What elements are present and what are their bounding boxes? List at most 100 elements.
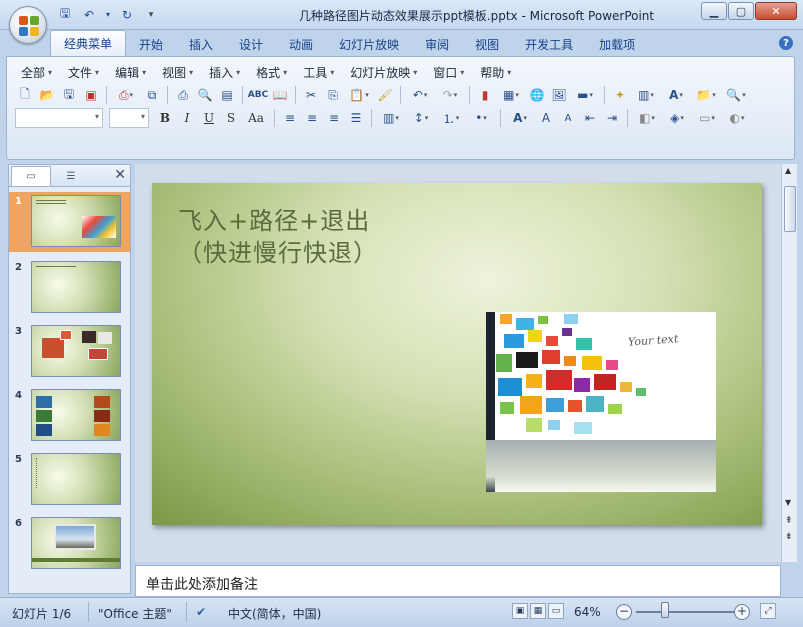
shadow-button[interactable]: S xyxy=(221,108,241,128)
menu-all[interactable]: 全部 xyxy=(13,63,60,81)
tab-add-ins[interactable]: 加载项 xyxy=(586,32,648,56)
tab-classic-menu[interactable]: 经典菜单 xyxy=(50,30,127,56)
find-icon[interactable]: 🔍 xyxy=(722,85,750,105)
menu-tools[interactable]: 工具 xyxy=(295,63,342,81)
zoom-out-icon[interactable]: − xyxy=(616,604,632,620)
office-button[interactable] xyxy=(9,6,47,44)
color-grayscale-icon[interactable]: ▬ xyxy=(571,85,599,105)
vertical-scrollbar[interactable]: ▲ ▼ ⇞ ⇟ xyxy=(781,164,797,562)
slides-tab-icon[interactable]: ▭ xyxy=(11,166,51,186)
slide-show-view-icon[interactable]: ▭ xyxy=(548,603,564,619)
justify-icon[interactable]: ☰ xyxy=(346,108,366,128)
minimize-button[interactable]: ▁ xyxy=(701,2,727,20)
line-spacing-icon[interactable]: ↕ xyxy=(407,108,435,128)
slide-sorter-view-icon[interactable]: ▦ xyxy=(530,603,546,619)
permission-icon[interactable]: ▣ xyxy=(81,85,101,105)
zoom-slider[interactable] xyxy=(636,611,734,613)
slide-thumbnail[interactable]: 1 xyxy=(9,192,130,252)
menu-window[interactable]: 窗口 xyxy=(425,63,472,81)
tab-view[interactable]: 视图 xyxy=(462,32,512,56)
align-right-icon[interactable]: ≡ xyxy=(324,108,344,128)
increase-indent-icon[interactable]: ⇥ xyxy=(602,108,622,128)
folder-icon[interactable]: 📁 xyxy=(692,85,720,105)
shrink-font-icon[interactable]: A xyxy=(558,108,578,128)
slide-picture[interactable]: Your text xyxy=(486,312,716,492)
print-icon[interactable]: ⎙ xyxy=(173,85,193,105)
paste-icon[interactable]: 📋 xyxy=(345,85,373,105)
normal-view-icon[interactable]: ▣ xyxy=(512,603,528,619)
hyperlink-icon[interactable]: 🌐 xyxy=(527,85,547,105)
slide-thumbnail[interactable]: 6 xyxy=(9,514,130,574)
font-size-combo[interactable] xyxy=(109,108,149,128)
maximize-button[interactable]: ▢ xyxy=(728,2,754,20)
publish-icon[interactable]: ⎙ xyxy=(112,85,140,105)
slide-thumbnail[interactable]: 3 xyxy=(9,322,130,382)
cut-icon[interactable]: ✂ xyxy=(301,85,321,105)
bold-button[interactable]: B xyxy=(155,108,175,128)
zoom-slider-thumb[interactable] xyxy=(661,602,670,618)
slide-sorter-icon[interactable]: ▤ xyxy=(217,85,237,105)
shape-fill-icon[interactable]: ◈ xyxy=(663,108,691,128)
research-icon[interactable]: 📖 xyxy=(270,85,290,105)
scroll-up-icon[interactable]: ▲ xyxy=(785,166,791,175)
spelling-icon[interactable]: ABC xyxy=(248,85,268,105)
save-icon[interactable]: 🖫 xyxy=(59,85,79,105)
notes-pane[interactable]: 单击此处添加备注 xyxy=(135,565,781,597)
copy-icon[interactable]: ⎘ xyxy=(323,85,343,105)
previous-slide-icon[interactable]: ⇞ xyxy=(785,516,793,526)
open-folder-icon[interactable]: 📂 xyxy=(37,85,57,105)
tab-insert[interactable]: 插入 xyxy=(176,32,226,56)
zoom-level[interactable]: 64% xyxy=(574,605,601,619)
spell-check-icon[interactable]: ✔ xyxy=(196,605,206,619)
tab-animations[interactable]: 动画 xyxy=(276,32,326,56)
menu-file[interactable]: 文件 xyxy=(60,63,107,81)
text-box-icon[interactable]: A xyxy=(662,85,690,105)
arrange-icon[interactable]: ◧ xyxy=(633,108,661,128)
fit-to-window-icon[interactable]: ⤢ xyxy=(760,603,776,619)
numbering-icon[interactable]: ⒈ xyxy=(437,108,465,128)
menu-insert[interactable]: 插入 xyxy=(201,63,248,81)
menu-slide-show[interactable]: 幻灯片放映 xyxy=(342,63,425,81)
outline-tab-icon[interactable]: ☰ xyxy=(51,166,91,186)
italic-button[interactable]: I xyxy=(177,108,197,128)
format-painter-icon[interactable]: 🖌 xyxy=(375,85,395,105)
shape-effects-icon[interactable]: ◐ xyxy=(723,108,751,128)
font-name-combo[interactable] xyxy=(15,108,103,128)
zoom-in-icon[interactable]: + xyxy=(734,604,750,620)
help-icon[interactable]: ? xyxy=(779,36,793,50)
tab-home[interactable]: 开始 xyxy=(126,32,176,56)
grow-font-icon[interactable]: A xyxy=(536,108,556,128)
decrease-indent-icon[interactable]: ⇤ xyxy=(580,108,600,128)
scroll-down-icon[interactable]: ▼ xyxy=(785,498,791,507)
slide-thumbnail[interactable]: 5 xyxy=(9,450,130,510)
tab-developer[interactable]: 开发工具 xyxy=(512,32,586,56)
print-preview-icon[interactable]: 🔍 xyxy=(195,85,215,105)
next-slide-icon[interactable]: ⇟ xyxy=(785,532,793,542)
scroll-thumb[interactable] xyxy=(784,186,796,232)
close-panel-icon[interactable]: ✕ xyxy=(114,167,126,183)
align-left-icon[interactable]: ≡ xyxy=(280,108,300,128)
attach-icon[interactable]: ⧉ xyxy=(142,85,162,105)
close-button[interactable]: ✕ xyxy=(755,2,797,20)
menu-edit[interactable]: 编辑 xyxy=(107,63,154,81)
shape-outline-icon[interactable]: ▭ xyxy=(693,108,721,128)
columns-icon[interactable]: ▥ xyxy=(377,108,405,128)
menu-format[interactable]: 格式 xyxy=(248,63,295,81)
slide-canvas[interactable]: 飞入+路径+退出 （快进慢行快退） Your text xyxy=(152,183,762,525)
bullets-icon[interactable]: • xyxy=(467,108,495,128)
slide-thumbnail[interactable]: 2 xyxy=(9,258,130,318)
new-slide-icon[interactable]: ✦ xyxy=(610,85,630,105)
redo-icon[interactable]: ↷ xyxy=(436,85,464,105)
new-document-icon[interactable]: 🗋 xyxy=(15,85,35,105)
slide-title[interactable]: 飞入+路径+退出 （快进慢行快退） xyxy=(178,205,378,269)
tab-review[interactable]: 审阅 xyxy=(412,32,462,56)
menu-view[interactable]: 视图 xyxy=(154,63,201,81)
chart-icon[interactable]: ▮ xyxy=(475,85,495,105)
theme-name[interactable]: "Office 主题" xyxy=(98,605,172,622)
language-indicator[interactable]: 中文(简体，中国) xyxy=(228,605,321,622)
table-icon[interactable]: ▦ xyxy=(497,85,525,105)
tab-design[interactable]: 设计 xyxy=(226,32,276,56)
picture-icon[interactable]: 🖼 xyxy=(549,85,569,105)
font-color-icon[interactable]: A xyxy=(506,108,534,128)
menu-help[interactable]: 帮助 xyxy=(472,63,519,81)
